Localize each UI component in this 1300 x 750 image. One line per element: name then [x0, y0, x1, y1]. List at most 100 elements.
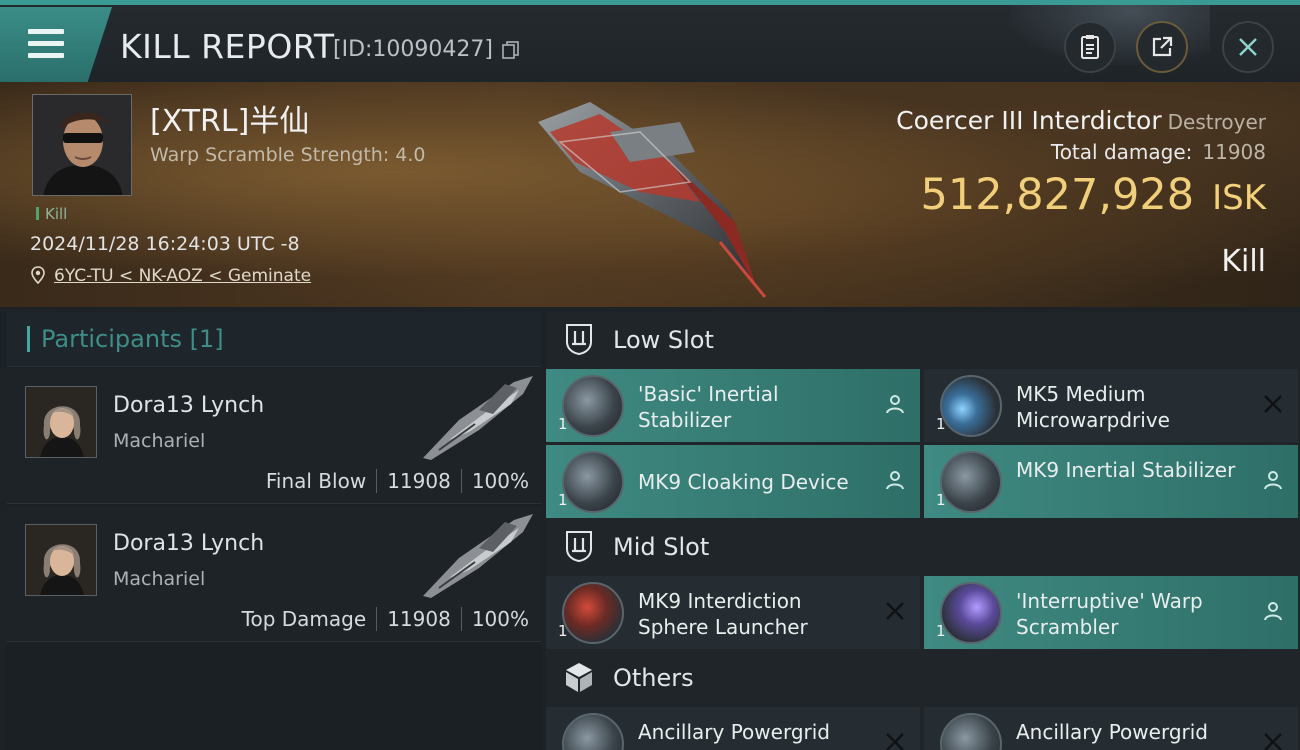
module-slot[interactable]: 1 'Basic' Inertial Stabilizer [546, 369, 920, 442]
mid-slot-label: Mid Slot [613, 533, 710, 561]
destroyed-x-icon [886, 733, 904, 750]
isk-value: 512,827,928 ISK [921, 170, 1266, 220]
victim-name: [XTRL]半仙 [150, 104, 310, 139]
pilot-fitted-icon [1264, 602, 1282, 621]
total-damage: Total damage: 11908 [1051, 140, 1266, 164]
others-label: Others [613, 664, 694, 692]
participant-avatar [25, 386, 97, 458]
inertial-stabilizer-icon [562, 375, 624, 437]
mid-slot-icon [566, 531, 592, 563]
close-button[interactable] [1222, 21, 1274, 73]
participant-percent: 100% [471, 607, 529, 631]
participants-title: Participants [1] [41, 325, 224, 353]
module-slot[interactable]: 1 'Interruptive' Warp Scrambler [924, 576, 1298, 649]
module-slot[interactable]: 1 MK5 Medium Microwarpdrive [924, 369, 1298, 442]
close-icon [1239, 38, 1257, 56]
microwarpdrive-icon [940, 375, 1002, 437]
module-quantity: 1 [558, 622, 568, 640]
victim-ship-image [538, 102, 767, 298]
module-name: Ancillary Powergrid [1016, 720, 1208, 744]
clipboard-button[interactable] [1064, 21, 1116, 73]
module-name: MK5 Medium Microwarpdrive [1016, 382, 1170, 432]
stats-divider [376, 469, 378, 493]
pilot-fitted-icon [886, 395, 904, 414]
powergrid-icon [562, 713, 624, 750]
launcher-icon [562, 582, 624, 644]
participant-damage: 11908 [387, 469, 451, 493]
module-quantity: 1 [936, 622, 946, 640]
warp-scrambler-icon [940, 582, 1002, 644]
module-name: MK9 Cloaking Device [638, 470, 849, 494]
destroyed-x-icon [1264, 395, 1282, 413]
low-slot-header: Low Slot [546, 312, 1300, 368]
header-accent-bar [27, 326, 30, 352]
module-quantity: 1 [936, 415, 946, 433]
victim-portrait[interactable] [32, 94, 132, 196]
stats-divider [460, 607, 462, 631]
location-pin-icon [31, 266, 45, 284]
page-title: KILL REPORT [120, 27, 335, 66]
powergrid-icon [940, 713, 1002, 750]
participant-avatar [25, 524, 97, 596]
kill-location[interactable]: 6YC-TU < NK-AOZ < Geminate [30, 266, 311, 286]
copy-icon[interactable] [502, 41, 520, 59]
pilot-fitted-icon [886, 471, 904, 490]
module-slot[interactable]: 1 MK9 Inertial Stabilizer [924, 445, 1298, 518]
module-name: 'Basic' Inertial Stabilizer [638, 382, 779, 432]
victim-ship-name: Coercer III Interdictor Destroyer [896, 106, 1266, 135]
module-quantity: 1 [558, 491, 568, 509]
participant-name: Dora13 Lynch [113, 393, 265, 418]
participant-row[interactable]: Dora13 Lynch Machariel Final Blow 11908 10… [7, 368, 541, 504]
isk-amount: 512,827,928 [920, 170, 1195, 220]
stats-divider [376, 607, 378, 631]
inertial-stabilizer-icon [940, 451, 1002, 513]
participant-ship: Machariel [113, 430, 206, 452]
participant-stats: Final Blow 11908 100% [266, 469, 529, 493]
share-icon [1152, 36, 1173, 57]
cube-icon [566, 663, 592, 692]
top-bar: KILL REPORT [ID:10090427] [0, 0, 1300, 83]
participants-header: Participants [1] [7, 312, 541, 367]
machariel-ship-icon [423, 514, 533, 598]
share-button[interactable] [1136, 21, 1188, 73]
module-name: MK9 Inertial Stabilizer [1016, 458, 1236, 482]
others-header: Others [546, 650, 1300, 706]
participant-role: Top Damage [241, 607, 367, 631]
fitting-panel: Low Slot 1 'Basic' Inertial Stabilizer 1… [546, 312, 1300, 750]
machariel-ship-icon [423, 376, 533, 460]
kill-datetime: 2024/11/28 16:24:03 UTC -8 [30, 233, 300, 255]
ship-type: Coercer III Interdictor [896, 106, 1162, 135]
isk-unit: ISK [1212, 178, 1266, 218]
kill-id: [ID:10090427] [333, 37, 493, 62]
pilot-portrait-icon [33, 95, 131, 195]
participant-percent: 100% [471, 469, 529, 493]
warp-scramble-strength: Warp Scramble Strength: 4.0 [150, 144, 426, 166]
module-slot[interactable]: 1 MK9 Interdiction Sphere Launcher [546, 576, 920, 649]
module-name: Ancillary Powergrid [638, 720, 830, 744]
pilot-fitted-icon [1264, 471, 1282, 490]
participant-ship: Machariel [113, 568, 206, 590]
module-slot[interactable]: 1 Ancillary Powergrid [924, 707, 1298, 750]
participant-role: Final Blow [265, 469, 367, 493]
stats-divider [460, 469, 462, 493]
module-quantity: 1 [936, 491, 946, 509]
module-slot[interactable]: 1 Ancillary Powergrid [546, 707, 920, 750]
total-damage-value: 11908 [1202, 140, 1266, 164]
location-link[interactable]: 6YC-TU < NK-AOZ < Geminate [54, 266, 311, 286]
destroyed-x-icon [886, 602, 904, 620]
low-slot-icon [566, 324, 592, 356]
participant-damage: 11908 [387, 607, 451, 631]
kill-type-tag: Kill [36, 205, 67, 223]
low-slot-label: Low Slot [613, 326, 714, 354]
mid-slot-header: Mid Slot [546, 519, 1300, 575]
ship-class: Destroyer [1167, 110, 1266, 134]
female-pilot-portrait-icon [26, 387, 96, 457]
victim-banner: [XTRL]半仙 Warp Scramble Strength: 4.0 Kil… [0, 82, 1300, 307]
female-pilot-portrait-icon [26, 525, 96, 595]
clipboard-icon [1081, 35, 1099, 59]
cloaking-device-icon [562, 451, 624, 513]
menu-button[interactable] [0, 7, 112, 83]
module-slot[interactable]: 1 MK9 Cloaking Device [546, 445, 920, 518]
participants-panel: Participants [1] Dora13 Lynch Machariel … [7, 312, 541, 750]
participant-row[interactable]: Dora13 Lynch Machariel Top Damage 11908 10… [7, 506, 541, 642]
